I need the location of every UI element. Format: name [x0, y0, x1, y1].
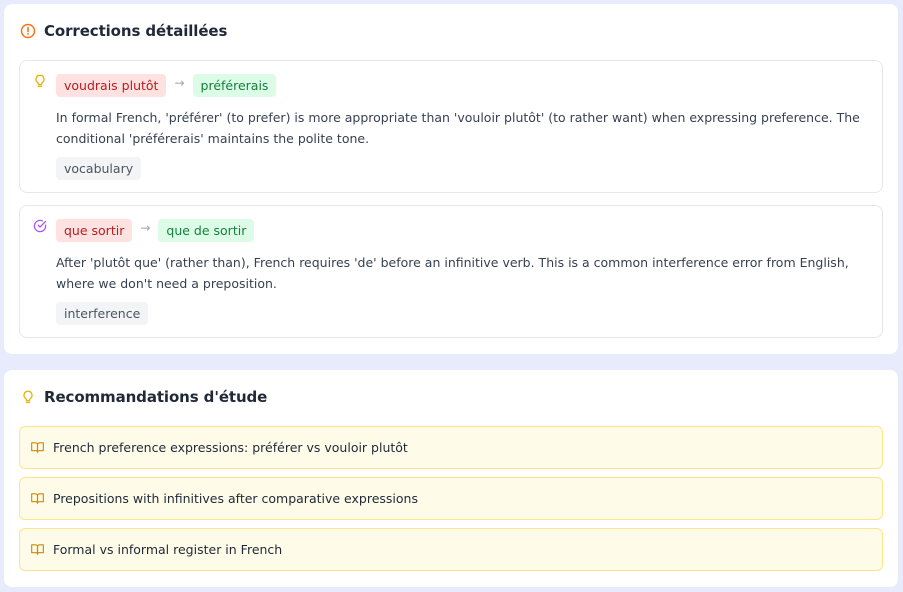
recommendation-item[interactable]: Prepositions with infinitives after comp…	[19, 477, 883, 520]
corrections-title: Corrections détaillées	[44, 22, 228, 40]
category-tag: interference	[56, 302, 149, 325]
recommendation-label: French preference expressions: préférer …	[53, 440, 408, 455]
correction-explanation: In formal French, 'préférer' (to prefer)…	[56, 110, 860, 146]
recommendations-card: Recommandations d'étude French preferenc…	[4, 370, 898, 587]
corrections-card: Corrections détaillées voudrais plutôt →…	[4, 4, 898, 354]
lightbulb-icon	[20, 389, 36, 405]
recommendation-item[interactable]: French preference expressions: préférer …	[19, 426, 883, 469]
alert-circle-icon	[20, 23, 36, 39]
corrections-header: Corrections détaillées	[20, 22, 227, 40]
recommendations-title: Recommandations d'étude	[44, 388, 268, 406]
book-open-icon	[30, 542, 45, 557]
corrected-text-chip: préférerais	[192, 74, 277, 97]
original-text-chip: voudrais plutôt	[56, 74, 167, 97]
corrected-text-chip: que de sortir	[158, 219, 255, 242]
category-tag: vocabulary	[56, 157, 142, 180]
arrow-right-icon: →	[140, 220, 151, 235]
recommendation-label: Formal vs informal register in French	[53, 542, 283, 557]
recommendation-item[interactable]: Formal vs informal register in French	[19, 528, 883, 571]
correction-item: que sortir → que de sortir After 'plutôt…	[19, 205, 883, 338]
original-text-chip: que sortir	[56, 219, 133, 242]
check-circle-icon	[32, 218, 48, 234]
correction-item: voudrais plutôt → préférerais In formal …	[19, 60, 883, 193]
lightbulb-icon	[32, 73, 48, 89]
recommendations-header: Recommandations d'étude	[20, 388, 267, 406]
recommendation-label: Prepositions with infinitives after comp…	[53, 491, 418, 506]
arrow-right-icon: →	[174, 75, 185, 90]
correction-explanation: After 'plutôt que' (rather than), French…	[56, 255, 849, 291]
book-open-icon	[30, 440, 45, 455]
book-open-icon	[30, 491, 45, 506]
